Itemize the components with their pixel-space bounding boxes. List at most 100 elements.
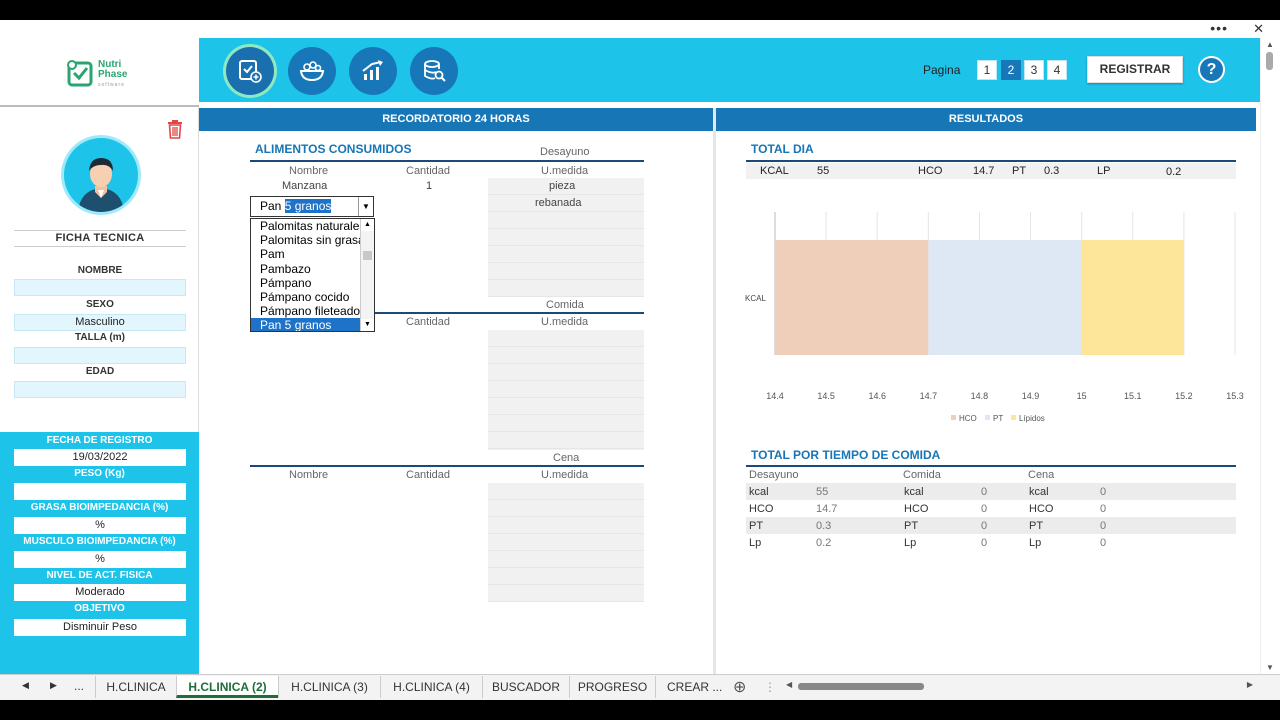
page-1-button[interactable]: 1	[977, 60, 997, 80]
dropdown-item[interactable]: Pámpano	[251, 276, 361, 290]
page-2-button[interactable]: 2	[1001, 60, 1021, 80]
avatar	[64, 138, 138, 212]
tick-label: 14.8	[971, 391, 989, 401]
scroll-left-icon[interactable]: ◀	[786, 680, 792, 689]
help-icon[interactable]: ?	[1198, 56, 1225, 83]
row-label: PT	[904, 520, 919, 532]
col-cantidad: Cantidad	[406, 165, 451, 177]
tab-h-clinica-4[interactable]: H.CLINICA (4)	[380, 676, 482, 698]
close-icon[interactable]: ✕	[1253, 21, 1264, 37]
legend-swatch	[951, 415, 956, 420]
row-label: kcal	[1029, 486, 1049, 498]
cena-col-cantidad: Cantidad	[406, 469, 451, 481]
comida-heading: Comida	[546, 299, 584, 311]
desayuno-umedida-2[interactable]: rebanada	[535, 197, 582, 209]
tab-h-clinica-3[interactable]: H.CLINICA (3)	[278, 676, 380, 698]
tick-label: 15	[1077, 391, 1087, 401]
scroll-up-icon[interactable]: ▲	[361, 219, 374, 231]
desayuno-umedida-1[interactable]: pieza	[549, 180, 575, 192]
sexo-label: SEXO	[86, 299, 114, 310]
row-label: Lp	[749, 537, 762, 549]
row-label: PT	[749, 520, 764, 532]
legend-label: Lípidos	[1019, 414, 1045, 423]
logo-text: Nutri Phase software	[98, 60, 127, 90]
food-bowl-icon[interactable]	[288, 47, 336, 95]
row-value: 0	[981, 503, 988, 515]
hco-label: HCO	[918, 165, 943, 177]
tab-buscador[interactable]: BUSCADOR	[482, 676, 569, 698]
talla-field[interactable]	[14, 347, 186, 364]
nombre-field[interactable]	[14, 279, 186, 296]
trash-icon[interactable]	[166, 119, 184, 139]
dropdown-item[interactable]: Pámpano cocido	[251, 290, 361, 304]
tab-crear[interactable]: CREAR ...	[655, 676, 725, 698]
vertical-scrollbar[interactable]: ▲ ▼	[1260, 38, 1280, 674]
dropdown-scroll-thumb[interactable]	[363, 251, 372, 260]
category-label: KCAL	[745, 294, 766, 303]
dropdown-item[interactable]: Palomitas naturales	[251, 219, 361, 233]
vertical-scroll-thumb[interactable]	[1266, 52, 1273, 70]
cena-col-nombre: Nombre	[289, 469, 329, 481]
bar-segment	[928, 240, 1082, 355]
sexo-field[interactable]: Masculino	[14, 314, 186, 331]
tab-h-clinica[interactable]: H.CLINICA	[95, 676, 176, 698]
tab-progreso[interactable]: PROGRESO	[569, 676, 655, 698]
desayuno-rule	[250, 160, 644, 162]
dropdown-item[interactable]: Pam	[251, 247, 361, 261]
dropdown-item[interactable]: Pámpano fileteado	[251, 304, 361, 318]
row-label: kcal	[749, 486, 769, 498]
food-dropdown-list[interactable]: Palomitas naturales Palomitas sin grasa …	[250, 218, 375, 332]
fecha-field[interactable]: 19/03/2022	[14, 449, 186, 466]
group-comida: Comida	[903, 469, 941, 481]
checklist-add-icon[interactable]	[226, 47, 274, 95]
musculo-field[interactable]: %	[14, 551, 186, 568]
tick-label: 14.6	[868, 391, 886, 401]
page-4-button[interactable]: 4	[1047, 60, 1067, 80]
title-strip: ••• ✕	[0, 20, 1280, 38]
tab-more[interactable]: ...	[74, 679, 84, 693]
peso-label: PESO (Kg)	[74, 468, 125, 479]
kcal-value: 55	[817, 165, 830, 177]
tab-splitter-icon[interactable]: ⋮	[764, 680, 776, 694]
dropdown-item-selected[interactable]: Pan 5 granos	[251, 318, 361, 331]
objetivo-label: OBJETIVO	[74, 603, 125, 614]
edad-field[interactable]	[14, 381, 186, 398]
food-combo-input[interactable]: Pan 5 granos ▼	[250, 196, 374, 217]
more-options-icon[interactable]: •••	[1210, 20, 1228, 36]
hco-value: 14.7	[973, 165, 995, 177]
dropdown-scrollbar[interactable]: ▲ ▼	[360, 219, 374, 331]
row-value: 0	[1100, 486, 1107, 498]
tab-prev-icon[interactable]: ◀	[22, 680, 29, 691]
growth-chart-icon[interactable]	[349, 47, 397, 95]
scroll-up-icon[interactable]: ▲	[1266, 40, 1274, 49]
scroll-down-icon[interactable]: ▼	[1266, 663, 1274, 672]
pt-label: PT	[1012, 165, 1027, 177]
actividad-field[interactable]: Moderado	[14, 584, 186, 601]
registrar-button[interactable]: REGISTRAR	[1087, 56, 1183, 83]
tab-h-clinica-2[interactable]: H.CLINICA (2)	[176, 676, 278, 698]
desayuno-nombre-1[interactable]: Manzana	[282, 180, 327, 192]
comida-umedida-column	[488, 330, 644, 450]
combo-prefix: Pan	[260, 199, 285, 213]
database-search-icon[interactable]	[410, 47, 458, 95]
tick-label: 15.1	[1124, 391, 1142, 401]
horizontal-scrollbar[interactable]: ◀ ▶	[784, 678, 1259, 694]
row-value: 0	[981, 520, 988, 532]
dropdown-item[interactable]: Palomitas sin grasa	[251, 233, 361, 247]
objetivo-field[interactable]: Disminuir Peso	[14, 619, 186, 636]
add-sheet-icon[interactable]: ⊕	[733, 677, 746, 697]
scroll-right-icon[interactable]: ▶	[1247, 680, 1253, 689]
desayuno-cantidad-1[interactable]: 1	[426, 180, 432, 192]
grasa-field[interactable]: %	[14, 517, 186, 534]
musculo-label: MUSCULO BIOIMPEDANCIA (%)	[23, 536, 176, 547]
comida-col-cantidad: Cantidad	[406, 316, 451, 328]
dropdown-item[interactable]: Pambazo	[251, 262, 361, 276]
tick-label: 15.2	[1175, 391, 1193, 401]
tab-next-icon[interactable]: ▶	[50, 680, 57, 691]
page-3-button[interactable]: 3	[1024, 60, 1044, 80]
group-desayuno: Desayuno	[749, 469, 799, 481]
horizontal-scroll-thumb[interactable]	[798, 683, 924, 690]
scroll-down-icon[interactable]: ▼	[361, 319, 374, 331]
chevron-down-icon[interactable]: ▼	[358, 197, 373, 216]
peso-field[interactable]	[14, 483, 186, 500]
